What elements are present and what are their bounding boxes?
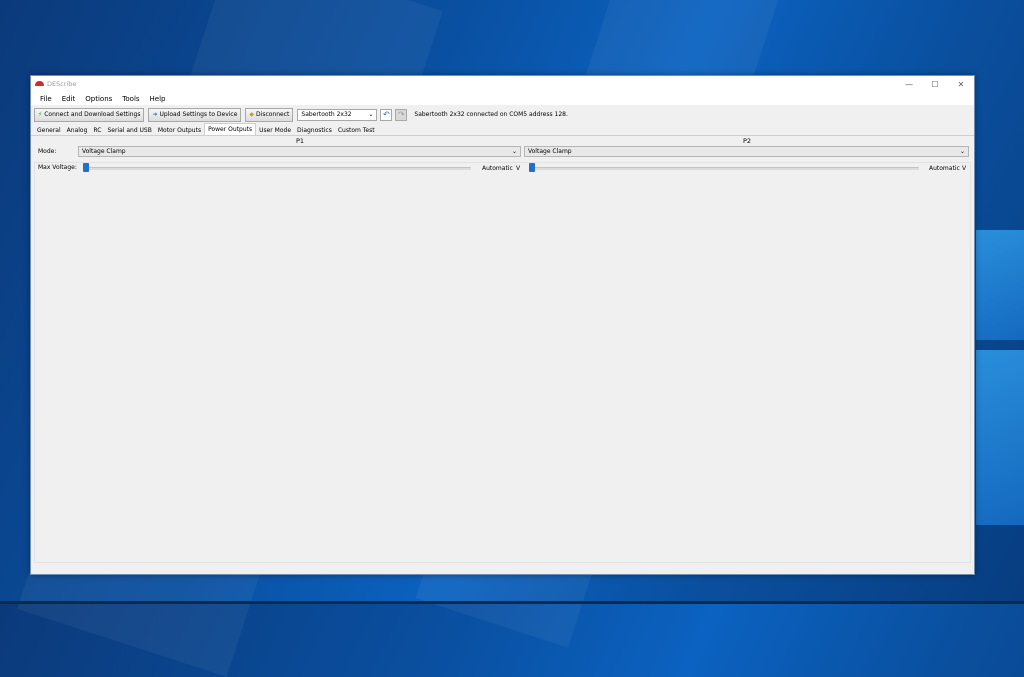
redo-button[interactable]: ↷ [395, 108, 408, 121]
chevron-down-icon: ⌄ [959, 148, 965, 155]
windows-logo-pane [976, 230, 1024, 340]
p1-header: P1 [296, 137, 305, 145]
mode-label: Mode: [38, 148, 57, 155]
max-voltage-label: Max Voltage: [38, 164, 77, 171]
minimize-button[interactable]: — [896, 76, 922, 92]
disconnect-button[interactable]: ◆ Disconnect [245, 107, 294, 122]
upload-settings-button[interactable]: ➜ Upload Settings to Device [148, 107, 242, 122]
menu-tools[interactable]: Tools [117, 95, 144, 103]
undo-icon: ↶ [383, 110, 390, 119]
windows-logo-pane [976, 350, 1024, 525]
app-window: DEScribe — ☐ ✕ File Edit Options Tools H… [30, 75, 975, 575]
upload-arrow-icon: ➜ [152, 111, 158, 118]
power-outputs-panel: P1 P2 Mode: Voltage Clamp ⌄ Voltage Clam… [31, 136, 974, 566]
menu-options[interactable]: Options [80, 95, 117, 103]
tab-diagnostics[interactable]: Diagnostics [294, 125, 335, 135]
p1-voltage-slider-track[interactable] [83, 167, 471, 170]
window-title: DEScribe [47, 80, 77, 88]
p2-voltage-value: Automatic [929, 165, 960, 172]
redo-icon: ↷ [398, 110, 405, 119]
p2-voltage-slider-thumb[interactable] [529, 163, 535, 172]
p1-voltage-unit: V [516, 165, 521, 172]
device-select-value: Sabertooth 2x32 [301, 111, 352, 118]
p1-voltage-value: Automatic [482, 165, 513, 172]
tab-serial-usb[interactable]: Serial and USB [104, 125, 154, 135]
undo-button[interactable]: ↶ [380, 108, 393, 121]
tab-motor-outputs[interactable]: Motor Outputs [155, 125, 204, 135]
title-bar[interactable]: DEScribe — ☐ ✕ [31, 76, 974, 92]
connect-icon: ⚡ [38, 111, 43, 118]
disconnect-label: Disconnect [256, 111, 290, 118]
disconnect-icon: ◆ [249, 111, 255, 118]
menu-edit[interactable]: Edit [57, 95, 81, 103]
tab-strip: General Analog RC Serial and USB Motor O… [31, 123, 974, 136]
upload-settings-label: Upload Settings to Device [159, 111, 238, 118]
p2-mode-select[interactable]: Voltage Clamp ⌄ [524, 146, 969, 157]
tab-general[interactable]: General [34, 125, 64, 135]
connect-download-button[interactable]: ⚡ Connect and Download Settings [34, 107, 145, 122]
p1-mode-value: Voltage Clamp [82, 148, 126, 155]
tab-analog[interactable]: Analog [64, 125, 91, 135]
device-select[interactable]: Sabertooth 2x32 ⌄ [297, 108, 378, 121]
p2-mode-value: Voltage Clamp [528, 148, 572, 155]
menu-file[interactable]: File [35, 95, 57, 103]
tab-user-mode[interactable]: User Mode [256, 125, 294, 135]
p2-header: P2 [743, 137, 752, 145]
tab-custom-test[interactable]: Custom Test [335, 125, 378, 135]
close-button[interactable]: ✕ [948, 76, 974, 92]
describe-logo-icon [35, 81, 44, 87]
p1-voltage-slider-thumb[interactable] [83, 163, 89, 172]
p1-mode-select[interactable]: Voltage Clamp ⌄ [78, 146, 521, 157]
menu-help[interactable]: Help [145, 95, 171, 103]
panel-frame [34, 162, 971, 563]
p2-voltage-unit: V [962, 165, 967, 172]
toolbar: ⚡ Connect and Download Settings ➜ Upload… [31, 105, 974, 124]
chevron-down-icon: ⌄ [511, 148, 517, 155]
connection-status: Sabertooth 2x32 connected on COM5 addres… [414, 111, 568, 118]
chevron-down-icon: ⌄ [368, 111, 374, 118]
tab-rc[interactable]: RC [90, 125, 104, 135]
maximize-button[interactable]: ☐ [922, 76, 948, 92]
p2-voltage-slider-track[interactable] [529, 167, 919, 170]
tab-power-outputs[interactable]: Power Outputs [204, 123, 257, 135]
menu-bar: File Edit Options Tools Help [31, 92, 974, 105]
connect-download-label: Connect and Download Settings [44, 111, 141, 118]
